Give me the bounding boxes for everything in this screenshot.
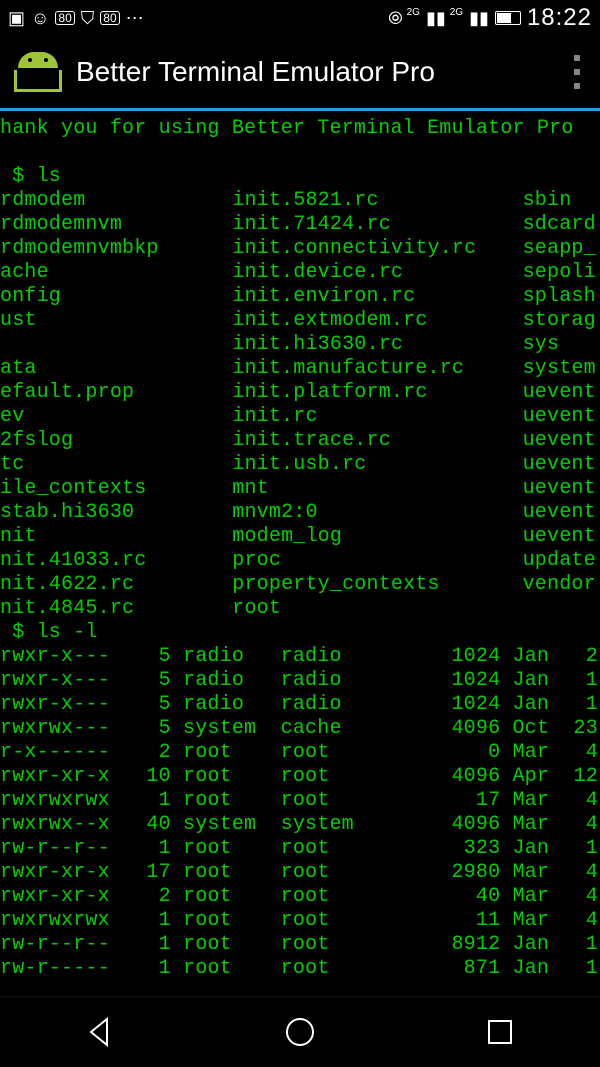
- overflow-menu-icon[interactable]: [568, 55, 586, 89]
- status-left-icons: ▣ ☺ 80 ⛉ 80 ⋯: [8, 9, 144, 27]
- ls-row: rdmodemnvmbkpinit.connectivity.rcseapp_: [0, 237, 600, 261]
- terminal-line: [0, 141, 600, 165]
- terminal-line: rw-r--r-- 1 root root 323 Jan 1: [0, 837, 600, 861]
- terminal-line: r-x------ 2 root root 0 Mar 4: [0, 741, 600, 765]
- terminal-line: rwxrwx--- 5 system cache 4096 Oct 23: [0, 717, 600, 741]
- wifi-icon: ⦾: [388, 9, 402, 27]
- terminal-line: $ ls -l: [0, 621, 600, 645]
- status-bar: ▣ ☺ 80 ⛉ 80 ⋯ ⦾ 2G ▮▮ 2G ▮▮ 18:22: [0, 0, 600, 36]
- ls-row: atainit.manufacture.rcsystem: [0, 357, 600, 381]
- notif-icon: ▣: [8, 9, 25, 27]
- ls-row: ustinit.extmodem.rcstorag: [0, 309, 600, 333]
- terminal-line: $ ls: [0, 165, 600, 189]
- ls-row: nit.41033.rcprocupdate: [0, 549, 600, 573]
- signal-icon: ▮▮: [469, 9, 489, 27]
- terminal-line: rwxr-xr-x 17 root root 2980 Mar 4: [0, 861, 600, 885]
- app-icon: [14, 52, 62, 92]
- terminal-line: rwxr-xr-x 2 root root 40 Mar 4: [0, 885, 600, 909]
- terminal-line: rwxr-x--- 5 radio radio 1024 Jan 1: [0, 669, 600, 693]
- ls-row: nit.4845.rcroot: [0, 597, 600, 621]
- status-clock: 18:22: [527, 4, 592, 32]
- ls-row: nitmodem_loguevent: [0, 525, 600, 549]
- ls-row: tcinit.usb.rcuevent: [0, 453, 600, 477]
- ls-row: 2fsloginit.trace.rcuevent: [0, 429, 600, 453]
- ls-row: rdmodeminit.5821.rcsbin: [0, 189, 600, 213]
- battery-icon: 80: [55, 11, 74, 25]
- terminal-line: rwxrwx--x 40 system system 4096 Mar 4: [0, 813, 600, 837]
- ls-row: ile_contextsmntuevent: [0, 477, 600, 501]
- terminal-line: rwxr-xr-x 10 root root 4096 Apr 12: [0, 765, 600, 789]
- shield-icon: ⛉: [81, 9, 95, 27]
- terminal-line: rwxr-x--- 5 radio radio 1024 Jan 1: [0, 693, 600, 717]
- app-title: Better Terminal Emulator Pro: [76, 56, 568, 88]
- ls-row: onfiginit.environ.rcsplash: [0, 285, 600, 309]
- back-button[interactable]: [83, 1015, 117, 1049]
- signal-icon: ▮▮: [426, 9, 446, 27]
- ls-row: init.hi3630.rcsys: [0, 333, 600, 357]
- ls-row: evinit.rcuevent: [0, 405, 600, 429]
- terminal-line: rw-r----- 1 root root 871 Jan 1: [0, 957, 600, 981]
- battery-icon: [495, 11, 521, 25]
- ls-row: acheinit.device.rcsepoli: [0, 261, 600, 285]
- network-label: 2G: [450, 7, 463, 18]
- status-right-icons: ⦾ 2G ▮▮ 2G ▮▮ 18:22: [388, 4, 592, 32]
- ls-row: rdmodemnvminit.71424.rcsdcard: [0, 213, 600, 237]
- home-button[interactable]: [283, 1015, 317, 1049]
- network-label: 2G: [407, 7, 420, 18]
- terminal-line: rwxrwxrwx 1 root root 17 Mar 4: [0, 789, 600, 813]
- terminal-line: rw-r--r-- 1 root root 8912 Jan 1: [0, 933, 600, 957]
- notif-icon: ☺: [31, 9, 49, 27]
- nav-bar: [0, 996, 600, 1067]
- ls-row: stab.hi3630mnvm2:0uevent: [0, 501, 600, 525]
- battery-icon: 80: [100, 11, 119, 25]
- terminal-line: hank you for using Better Terminal Emula…: [0, 117, 600, 141]
- ls-row: efault.propinit.platform.rcuevent: [0, 381, 600, 405]
- terminal-line: rwxrwxrwx 1 root root 11 Mar 4: [0, 909, 600, 933]
- app-bar: Better Terminal Emulator Pro: [0, 36, 600, 111]
- terminal-line: rwxr-x--- 5 radio radio 1024 Jan 2: [0, 645, 600, 669]
- terminal-output[interactable]: hank you for using Better Terminal Emula…: [0, 111, 600, 981]
- recent-apps-button[interactable]: [483, 1015, 517, 1049]
- ls-row: nit.4622.rcproperty_contextsvendor: [0, 573, 600, 597]
- more-icon: ⋯: [126, 9, 144, 27]
